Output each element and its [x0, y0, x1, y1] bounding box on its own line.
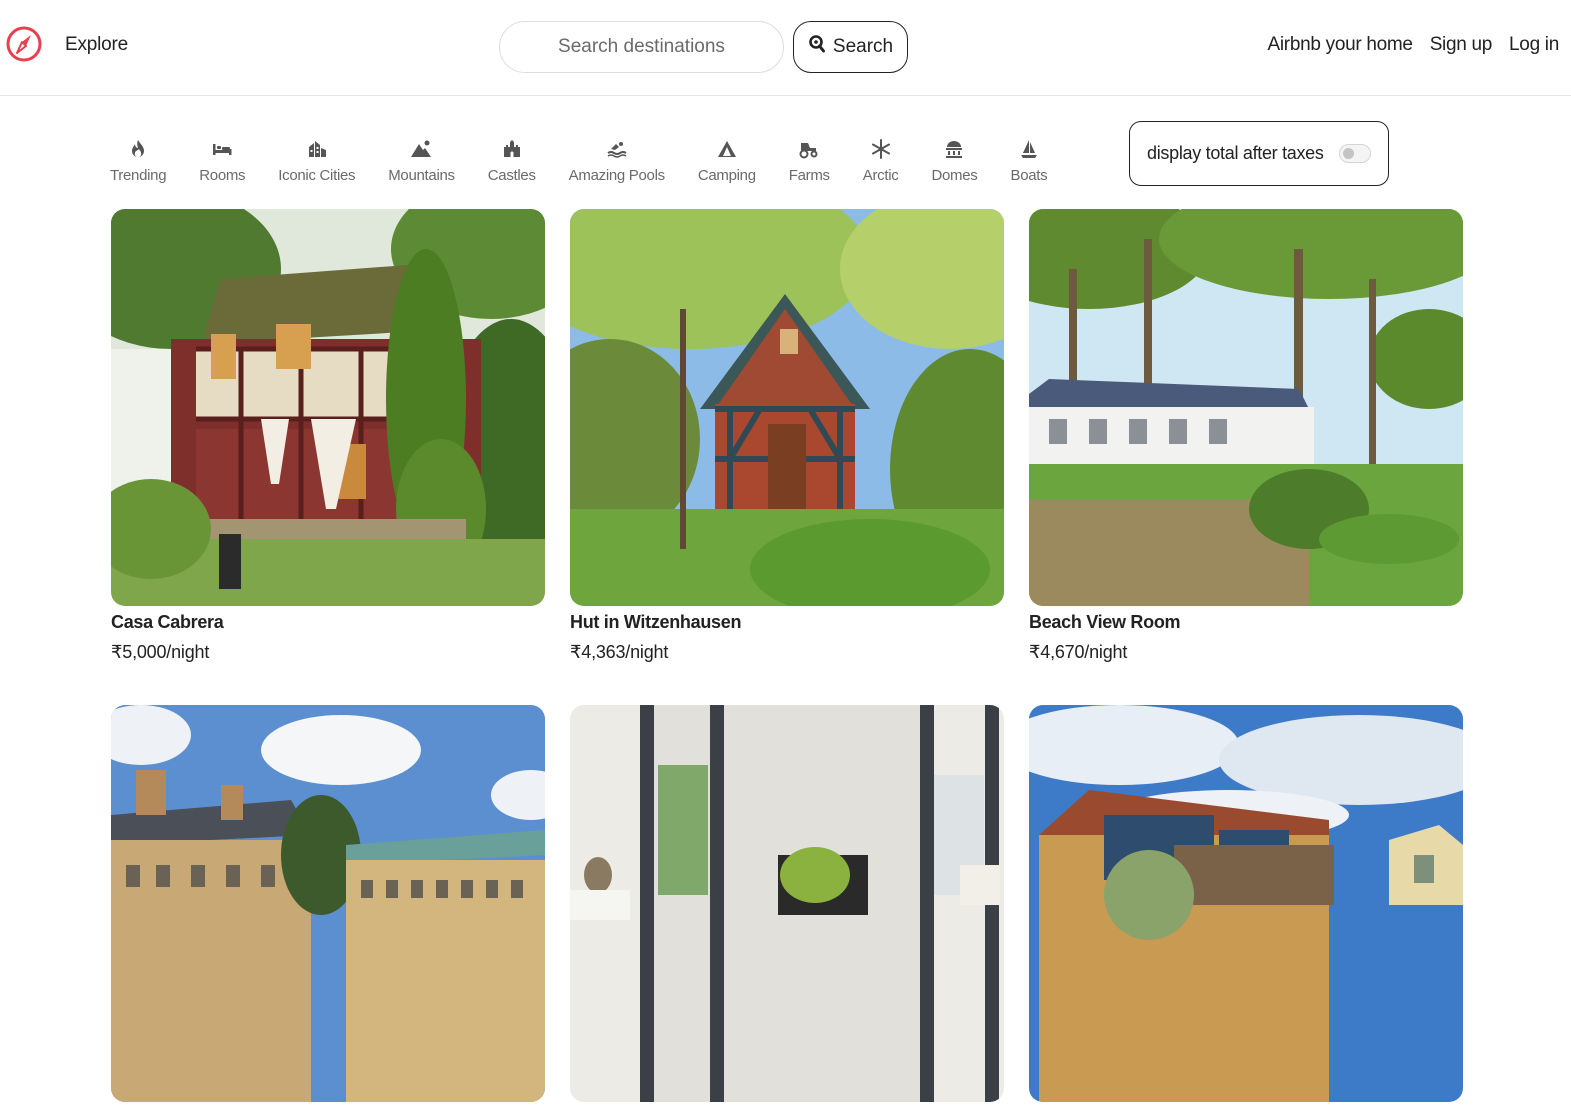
bed-icon [209, 136, 235, 162]
search-button[interactable]: Search [793, 21, 908, 73]
category-bar: Trending Rooms Iconic Cities Mountains C… [110, 136, 1048, 192]
sailboat-icon [1016, 136, 1042, 162]
listing-photo[interactable] [111, 209, 545, 606]
category-label: Iconic Cities [278, 167, 356, 184]
category-label: Farms [788, 167, 830, 184]
header-links: Airbnb your home Sign up Log in [1268, 34, 1560, 56]
search-input[interactable] [499, 21, 784, 73]
login-link[interactable]: Log in [1509, 34, 1559, 56]
category-label: Rooms [199, 167, 246, 184]
category-label: Castles [487, 167, 536, 184]
listing-price: ₹4,363/night [570, 642, 669, 662]
listing-card[interactable] [570, 705, 1004, 1111]
category-label: Camping [697, 167, 756, 184]
toggle-switch[interactable] [1339, 144, 1371, 163]
category-rooms[interactable]: Rooms [199, 136, 246, 192]
category-label: Domes [931, 167, 978, 184]
category-camping[interactable]: Camping [698, 136, 756, 192]
listing-title: Hut in Witzenhausen [570, 612, 742, 632]
toggle-knob [1343, 148, 1354, 159]
category-farms[interactable]: Farms [789, 136, 830, 192]
listing-price: ₹4,670/night [1029, 642, 1128, 662]
listing-card[interactable]: Hut in Witzenhausen ₹4,363/night [570, 209, 1004, 663]
category-label: Trending [110, 167, 167, 184]
category-castles[interactable]: Castles [488, 136, 536, 192]
category-arctic[interactable]: Arctic [863, 136, 899, 192]
search-icon [808, 35, 826, 59]
category-label: Mountains [388, 167, 455, 184]
pool-icon [604, 136, 630, 162]
castle-icon [499, 136, 525, 162]
airbnb-your-home-link[interactable]: Airbnb your home [1268, 34, 1413, 56]
signup-link[interactable]: Sign up [1430, 34, 1493, 56]
dome-icon [941, 136, 967, 162]
mountain-icon [408, 136, 434, 162]
compass-icon[interactable] [6, 24, 42, 64]
listing-title: Casa Cabrera [111, 612, 224, 632]
listing-photo[interactable] [111, 705, 545, 1102]
listing-card[interactable] [111, 705, 545, 1111]
category-iconic-cities[interactable]: Iconic Cities [278, 136, 356, 192]
fire-icon [125, 136, 151, 162]
snowflake-icon [868, 136, 894, 162]
tractor-icon [796, 136, 822, 162]
city-icon [304, 136, 330, 162]
category-label: Arctic [862, 167, 899, 184]
tax-toggle-label: display total after taxes [1147, 143, 1324, 163]
listing-price: ₹5,000/night [111, 642, 210, 662]
listing-card[interactable]: Beach View Room ₹4,670/night [1029, 209, 1463, 663]
category-trending[interactable]: Trending [110, 136, 167, 192]
listing-photo[interactable] [1029, 705, 1463, 1102]
listing-photo[interactable] [570, 209, 1004, 606]
category-label: Boats [1010, 167, 1048, 184]
top-navbar: Explore Search Airbnb your home Sign up … [0, 0, 1571, 96]
search-button-label: Search [832, 36, 894, 57]
category-mountains[interactable]: Mountains [388, 136, 455, 192]
listing-photo[interactable] [1029, 209, 1463, 606]
listing-photo[interactable] [570, 705, 1004, 1102]
category-boats[interactable]: Boats [1010, 136, 1048, 192]
category-label: Amazing Pools [568, 167, 665, 184]
tent-icon [714, 136, 740, 162]
listing-card[interactable]: Casa Cabrera ₹5,000/night [111, 209, 545, 663]
listing-title: Beach View Room [1029, 612, 1181, 632]
explore-link[interactable]: Explore [65, 34, 128, 56]
category-amazing-pools[interactable]: Amazing Pools [569, 136, 665, 192]
tax-display-toggle[interactable]: display total after taxes [1129, 121, 1389, 186]
listing-card[interactable] [1029, 705, 1463, 1111]
category-domes[interactable]: Domes [931, 136, 978, 192]
